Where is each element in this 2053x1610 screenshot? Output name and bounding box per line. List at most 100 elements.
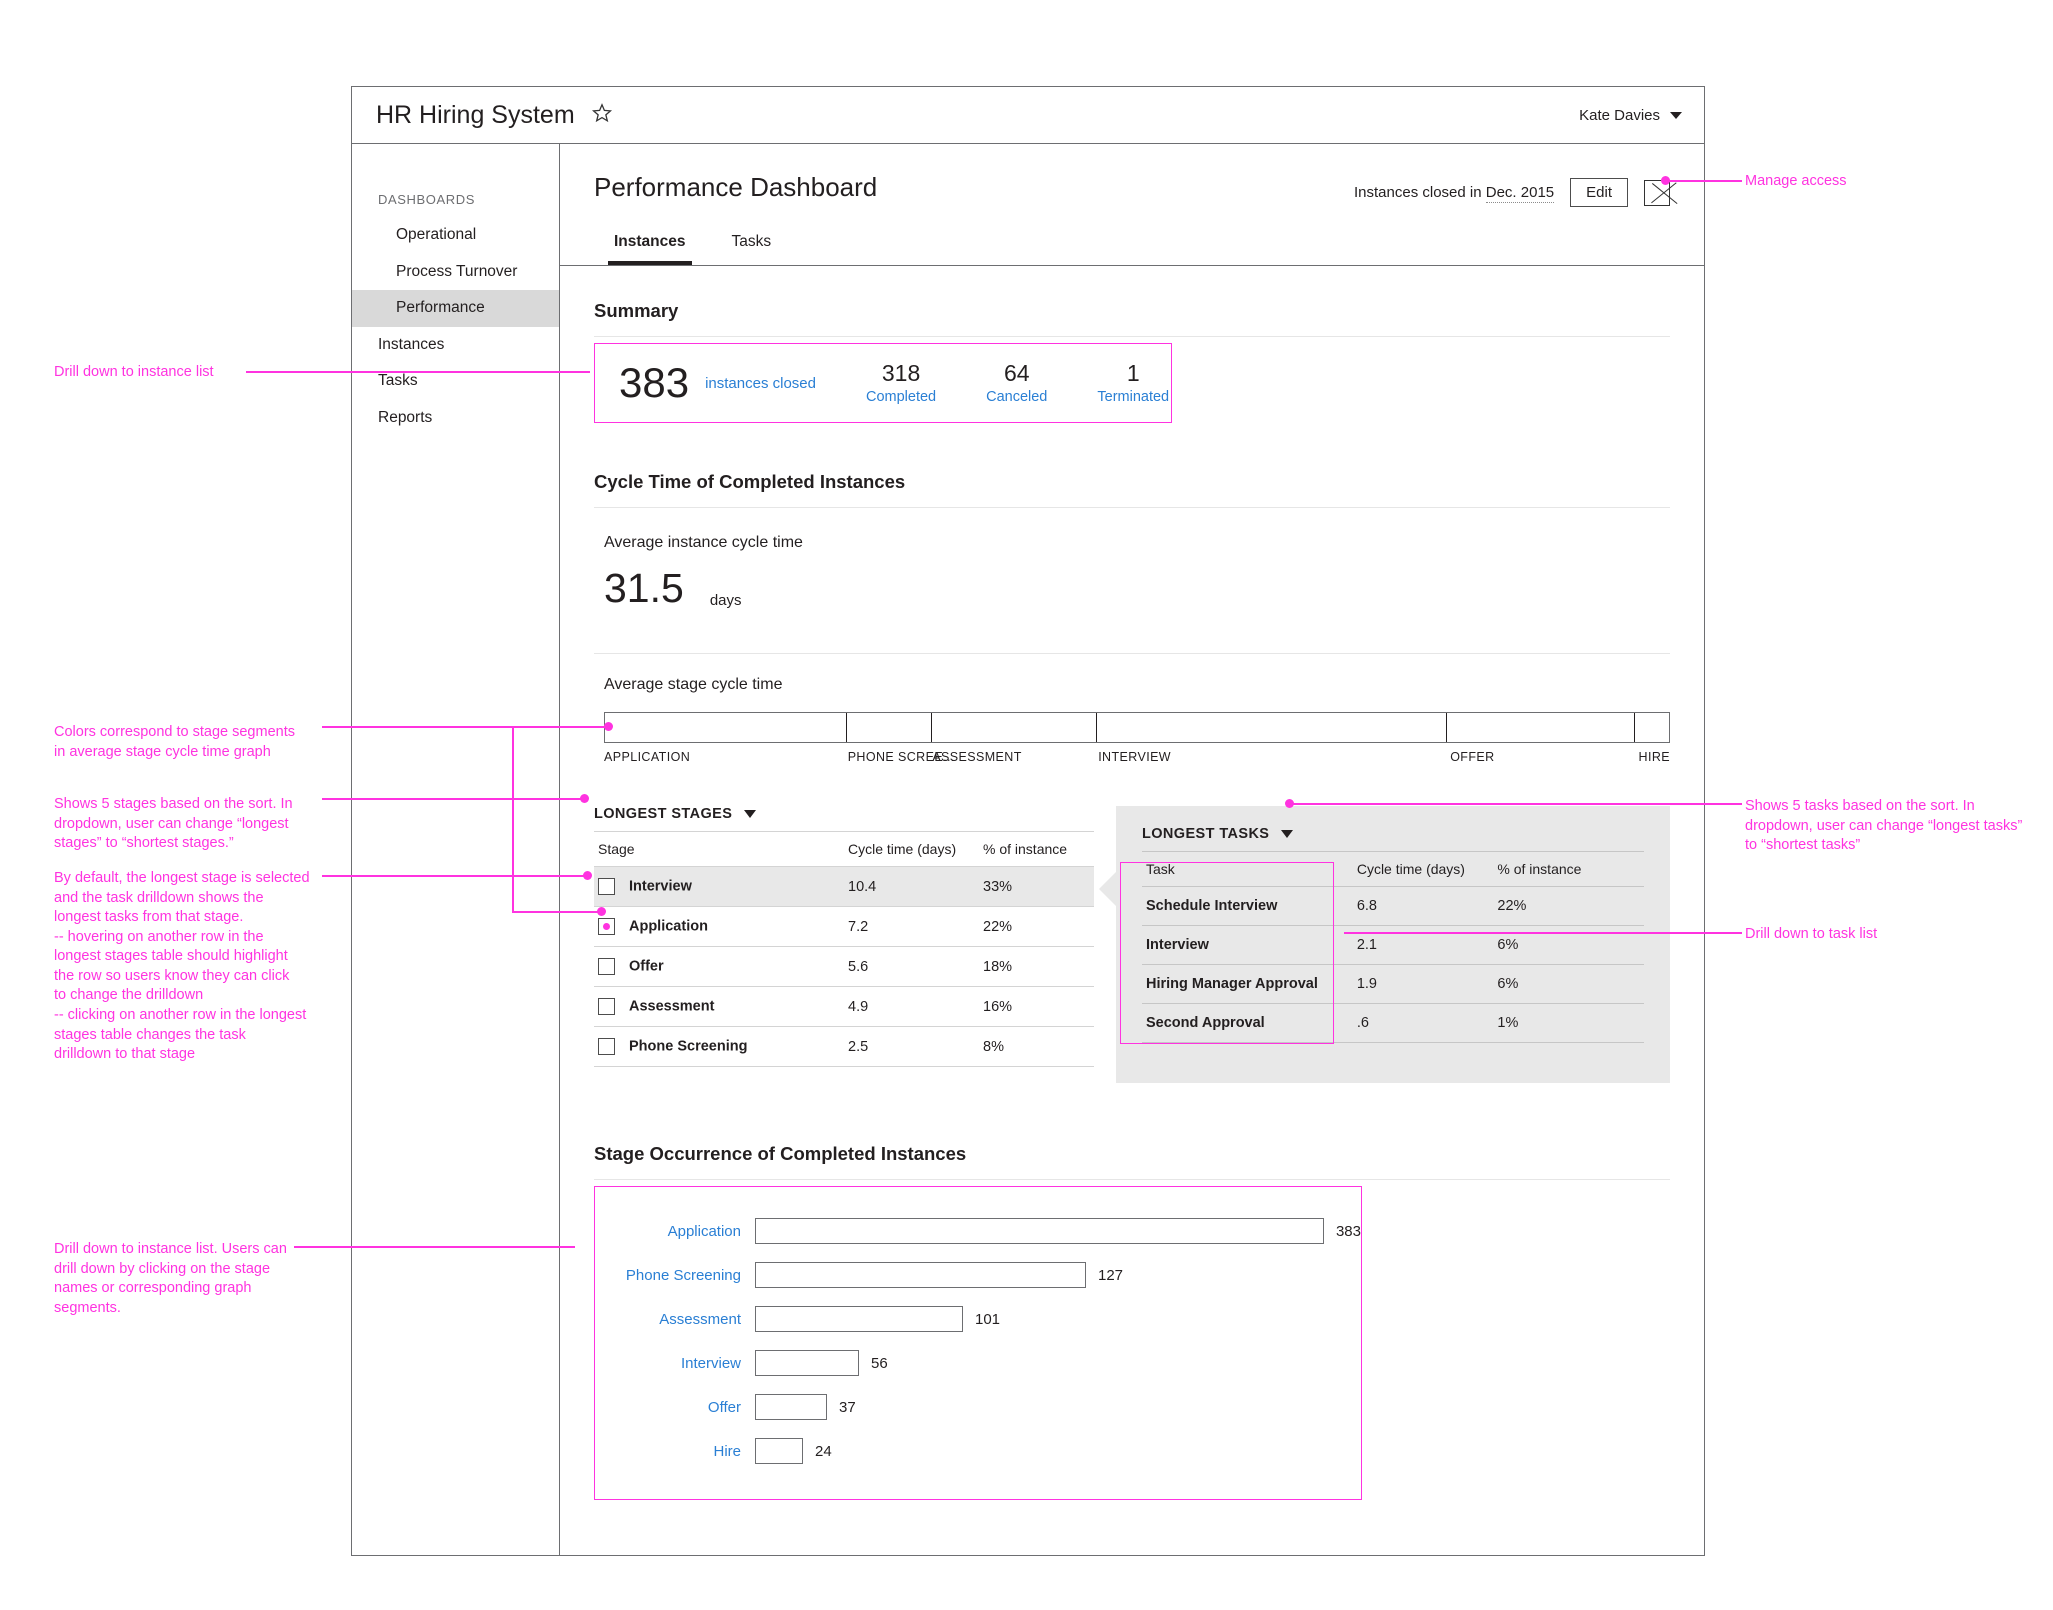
stage-pct: 8% (979, 1026, 1094, 1067)
user-menu[interactable]: Kate Davies (1579, 107, 1682, 124)
occ-bar-application[interactable] (755, 1218, 1324, 1244)
task-name[interactable]: Interview (1142, 925, 1353, 965)
occ-bar-hire[interactable] (755, 1438, 803, 1464)
stage-pct: 16% (979, 986, 1094, 1027)
stage-segment-assessment[interactable] (932, 713, 1097, 742)
table-row[interactable]: Schedule Interview 6.8 22% (1142, 886, 1644, 926)
summary-card[interactable]: 383 instances closed 318 Completed 64 Ca… (594, 343, 1172, 423)
annotation-leader-line (322, 798, 585, 800)
table-row[interactable]: Hiring Manager Approval 1.9 6% (1142, 964, 1644, 1004)
stat-canceled-value: 64 (1003, 359, 1030, 386)
chevron-down-icon (744, 810, 757, 818)
longest-stages-table: Stage Cycle time (days) % of instance In… (594, 831, 1094, 1067)
occ-label-phone-screening[interactable]: Phone Screening (595, 1267, 755, 1284)
star-outline-icon[interactable] (591, 102, 613, 128)
filter-value[interactable]: Dec. 2015 (1485, 184, 1555, 203)
occ-bar-assessment[interactable] (755, 1306, 963, 1332)
occ-value-interview: 56 (871, 1354, 888, 1372)
occ-label-hire[interactable]: Hire (595, 1443, 755, 1460)
stat-completed[interactable]: 318 Completed (865, 359, 937, 406)
occ-row-assessment[interactable]: Assessment 101 (595, 1297, 1361, 1341)
divider (594, 507, 1670, 508)
stage-axis-assessment: ASSESSMENT (932, 750, 1022, 764)
annotation-leader-line (1668, 180, 1742, 182)
stage-name: Offer (629, 958, 664, 975)
task-name[interactable]: Hiring Manager Approval (1142, 964, 1353, 1004)
col-stage: Stage (594, 831, 844, 867)
avg-cycle-time-unit: days (709, 592, 742, 609)
task-cycle: 6.8 (1352, 886, 1494, 926)
task-name[interactable]: Schedule Interview (1142, 886, 1353, 926)
occ-row-offer[interactable]: Offer 37 (595, 1385, 1361, 1429)
summary-heading: Summary (594, 300, 679, 321)
task-name[interactable]: Second Approval (1142, 1003, 1353, 1043)
task-pct: 1% (1493, 1003, 1644, 1043)
sidebar-item-operational[interactable]: Operational (352, 217, 559, 254)
stage-cycle: 4.9 (844, 986, 979, 1027)
occ-row-hire[interactable]: Hire 24 (595, 1429, 1361, 1473)
annotation-dot (583, 871, 592, 880)
app-title: HR Hiring System (376, 100, 575, 129)
occ-label-assessment[interactable]: Assessment (595, 1311, 755, 1328)
occ-bar-interview[interactable] (755, 1350, 859, 1376)
longest-stages-label: LONGEST STAGES (594, 806, 733, 822)
occ-bar-offer[interactable] (755, 1394, 827, 1420)
col-stage-pct: % of instance (979, 831, 1094, 867)
sidebar-item-tasks[interactable]: Tasks (352, 363, 559, 400)
panel-pointer-icon (1099, 872, 1116, 906)
occ-bar-phone-screening[interactable] (755, 1262, 1086, 1288)
occ-row-interview[interactable]: Interview 56 (595, 1341, 1361, 1385)
sidebar-group-label: DASHBOARDS (378, 192, 476, 207)
stage-checkbox-offer[interactable] (598, 958, 615, 975)
stage-checkbox-application[interactable] (598, 918, 615, 935)
stage-axis-application: APPLICATION (604, 750, 691, 764)
tab-tasks[interactable]: Tasks (726, 229, 778, 265)
stage-checkbox-interview[interactable] (598, 878, 615, 895)
longest-stages-dropdown[interactable]: LONGEST STAGES (594, 806, 1094, 831)
stage-segment-application[interactable] (605, 713, 848, 742)
cycle-time-heading: Cycle Time of Completed Instances (594, 471, 906, 492)
stage-segment-phone-screening[interactable] (847, 713, 932, 742)
occ-label-application[interactable]: Application (595, 1223, 755, 1240)
stage-segment-offer[interactable] (1447, 713, 1636, 742)
summary-total-label[interactable]: instances closed (705, 375, 816, 392)
occ-label-offer[interactable]: Offer (595, 1399, 755, 1416)
table-row[interactable]: Interview 10.4 33% (594, 866, 1094, 907)
sidebar-item-process-turnover[interactable]: Process Turnover (352, 254, 559, 291)
sidebar-item-instances[interactable]: Instances (352, 327, 559, 364)
sidebar-item-performance[interactable]: Performance (352, 290, 559, 327)
annotation-leader-line (1290, 803, 1742, 805)
occ-row-application[interactable]: Application 383 (595, 1209, 1361, 1253)
table-row[interactable]: Application 7.2 22% (594, 906, 1094, 947)
stage-pct: 33% (979, 866, 1094, 907)
longest-tasks-dropdown[interactable]: LONGEST TASKS (1142, 826, 1644, 851)
divider (594, 336, 1670, 337)
table-row[interactable]: Offer 5.6 18% (594, 946, 1094, 987)
stat-canceled[interactable]: 64 Canceled (986, 359, 1047, 405)
occ-row-phone-screening[interactable]: Phone Screening 127 (595, 1253, 1361, 1297)
edit-button[interactable]: Edit (1570, 178, 1628, 207)
stage-checkbox-assessment[interactable] (598, 998, 615, 1015)
col-task: Task (1142, 851, 1353, 887)
occ-value-offer: 37 (839, 1398, 856, 1416)
stage-segment-interview[interactable] (1097, 713, 1447, 742)
stage-cycle: 2.5 (844, 1026, 979, 1067)
table-row[interactable]: Phone Screening 2.5 8% (594, 1026, 1094, 1067)
occ-label-interview[interactable]: Interview (595, 1355, 755, 1372)
sidebar: DASHBOARDS Operational Process Turnover … (352, 144, 560, 1555)
stat-completed-label: Completed (865, 389, 937, 406)
table-row[interactable]: Second Approval .6 1% (1142, 1003, 1644, 1043)
table-header-row: Task Cycle time (days) % of instance (1142, 851, 1644, 887)
sidebar-item-reports[interactable]: Reports (352, 400, 559, 437)
stat-terminated[interactable]: 1 Terminated (1097, 360, 1170, 406)
table-row[interactable]: Assessment 4.9 16% (594, 986, 1094, 1027)
stat-completed-value: 318 (881, 359, 921, 386)
annotation-dot (597, 907, 606, 916)
tab-instances[interactable]: Instances (608, 229, 692, 265)
occ-value-assessment: 101 (975, 1310, 1001, 1328)
stage-segment-hire[interactable] (1635, 713, 1669, 742)
occ-value-hire: 24 (815, 1442, 832, 1460)
stage-checkbox-phone-screening[interactable] (598, 1038, 615, 1055)
divider (594, 1179, 1670, 1180)
stat-terminated-label: Terminated (1097, 389, 1170, 406)
